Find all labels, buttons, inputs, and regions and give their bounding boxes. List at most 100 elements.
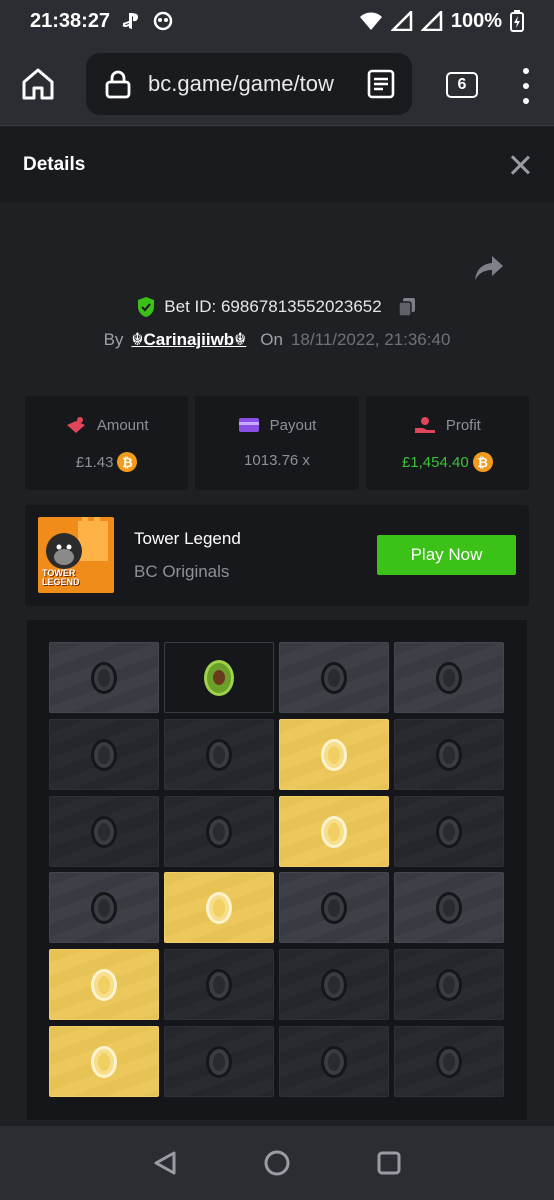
board-tile — [164, 949, 274, 1020]
wifi-icon — [359, 12, 382, 30]
url-text[interactable]: bc.game/game/tow — [148, 71, 352, 97]
playstation-icon — [122, 13, 139, 29]
back-icon[interactable] — [152, 1150, 178, 1176]
system-navigation-bar — [0, 1126, 554, 1200]
payout-card-icon — [238, 418, 259, 432]
verified-shield-icon — [138, 297, 155, 317]
egg-icon — [206, 815, 232, 848]
bet-date: 18/11/2022, 21:36:40 — [290, 330, 451, 349]
egg-icon — [91, 1045, 117, 1078]
battery-charging-icon — [510, 10, 524, 32]
board-tile — [164, 796, 274, 867]
stat-amount: Amount £1.43 ₿ — [25, 396, 189, 490]
board-tile — [394, 949, 504, 1020]
profit-label: Profit — [445, 416, 481, 434]
board-tile — [279, 949, 389, 1020]
profit-icon — [414, 417, 435, 433]
share-icon[interactable] — [474, 254, 504, 282]
board-tile — [49, 719, 159, 790]
avocado-icon — [204, 659, 234, 696]
egg-icon — [321, 891, 347, 924]
egg-icon — [436, 661, 462, 694]
bitcoin-icon: ₿ — [472, 452, 493, 472]
signal-icon-2 — [420, 11, 443, 31]
bet-stats: Amount £1.43 ₿ Payout 1013.76 x Profit £… — [25, 396, 529, 490]
board-tile — [49, 872, 159, 943]
stat-profit: Profit £1,454.40 ₿ — [365, 396, 529, 490]
egg-icon — [206, 738, 232, 771]
game-thumbnail[interactable]: TOWER LEGEND — [38, 517, 114, 593]
tabs-count-button[interactable]: 6 — [446, 72, 478, 98]
egg-icon — [436, 968, 462, 1001]
status-bar: 21:38:27 100% — [0, 0, 554, 42]
home-icon[interactable] — [18, 64, 58, 104]
egg-icon — [206, 968, 232, 1001]
tower-board — [27, 620, 527, 1120]
browser-menu-icon[interactable] — [518, 68, 534, 104]
home-circle-icon[interactable] — [263, 1149, 291, 1177]
board-tile — [164, 872, 274, 943]
payout-value: 1013.76 x — [244, 452, 310, 469]
recents-icon[interactable] — [376, 1150, 402, 1176]
amount-label: Amount — [96, 416, 149, 434]
board-tile — [279, 642, 389, 713]
board-tile — [394, 1026, 504, 1097]
lock-icon — [105, 70, 131, 99]
egg-icon — [91, 815, 117, 848]
board-tile — [279, 796, 389, 867]
by-label: By — [103, 330, 124, 349]
egg-icon — [436, 891, 462, 924]
address-bar[interactable]: bc.game/game/tow — [86, 53, 412, 115]
board-tile — [49, 796, 159, 867]
details-title: Details — [23, 154, 86, 175]
status-time: 21:38:27 — [30, 9, 111, 32]
board-tile — [49, 1026, 159, 1097]
egg-icon — [436, 1045, 462, 1078]
board-tile — [394, 719, 504, 790]
board-tile — [394, 872, 504, 943]
bitcoin-icon: ₿ — [117, 452, 138, 472]
bet-meta-row: By ☬Carinajiiwb☬ On 18/11/2022, 21:36:40 — [0, 326, 554, 354]
reader-mode-icon[interactable] — [366, 69, 396, 99]
egg-icon — [91, 968, 117, 1001]
thumbnail-logo-text: TOWER LEGEND — [42, 568, 80, 587]
close-icon[interactable] — [509, 154, 531, 176]
egg-icon — [321, 968, 347, 1001]
egg-icon — [436, 815, 462, 848]
egg-icon — [321, 1045, 347, 1078]
board-tile — [394, 642, 504, 713]
board-tile — [164, 642, 274, 713]
game-name: Tower Legend — [134, 529, 241, 548]
amount-value: £1.43 — [75, 453, 114, 471]
browser-toolbar: bc.game/game/tow 6 — [0, 42, 554, 126]
bet-id-row: Bet ID: 69867813552023652 — [0, 292, 554, 322]
egg-icon — [321, 815, 347, 848]
player-username[interactable]: ☬Carinajiiwb☬ — [131, 330, 246, 350]
bet-id: Bet ID: 69867813552023652 — [164, 297, 382, 316]
details-header: Details — [0, 127, 554, 203]
signal-icon — [390, 11, 413, 31]
egg-icon — [321, 738, 347, 771]
stat-payout: Payout 1013.76 x — [195, 396, 359, 490]
amount-icon — [66, 417, 85, 433]
board-tile — [49, 949, 159, 1020]
egg-icon — [91, 891, 117, 924]
egg-icon — [206, 1045, 232, 1078]
board-tile — [164, 1026, 274, 1097]
game-provider: BC Originals — [134, 562, 230, 581]
board-tile — [279, 1026, 389, 1097]
board-tile — [164, 719, 274, 790]
egg-icon — [91, 661, 117, 694]
battery-percent: 100% — [450, 9, 502, 32]
egg-icon — [206, 891, 232, 924]
board-tile — [279, 872, 389, 943]
app-notification-icon — [153, 11, 173, 31]
egg-icon — [91, 738, 117, 771]
copy-icon[interactable] — [396, 296, 418, 318]
board-tile — [394, 796, 504, 867]
play-now-button[interactable]: Play Now — [377, 535, 516, 575]
egg-icon — [321, 661, 347, 694]
on-label: On — [260, 330, 283, 349]
payout-label: Payout — [269, 416, 317, 434]
egg-icon — [436, 738, 462, 771]
